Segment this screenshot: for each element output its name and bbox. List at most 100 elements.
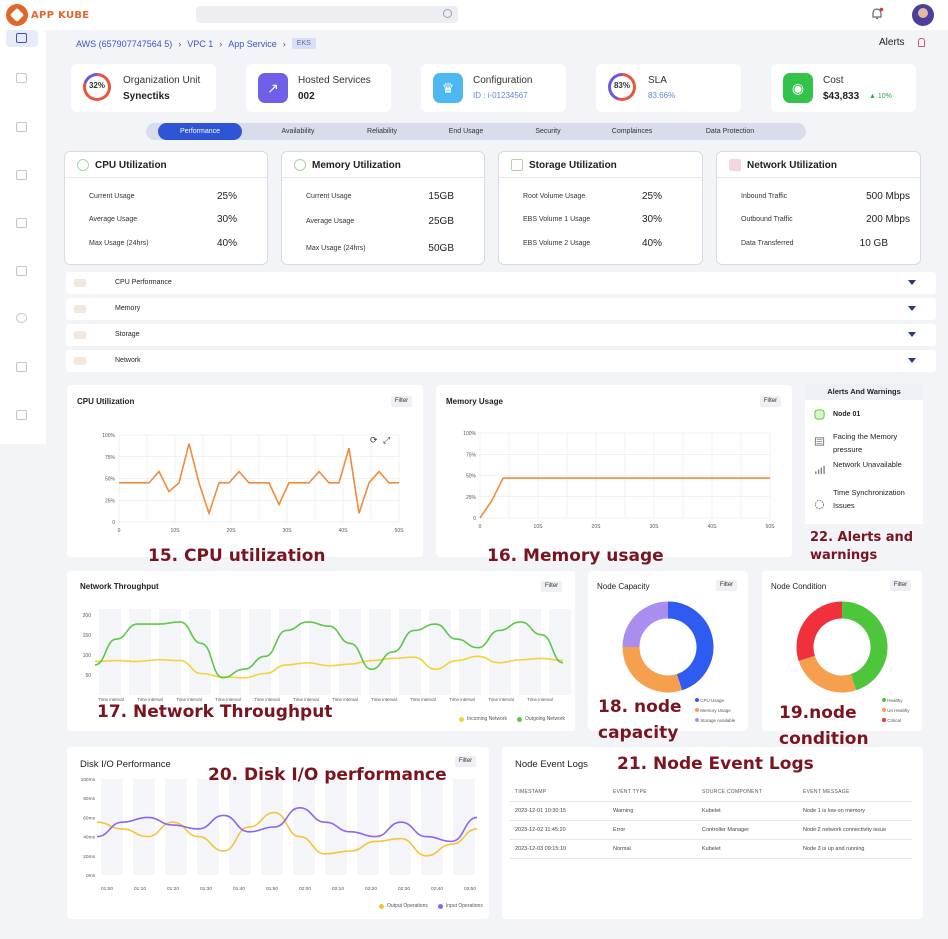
cell-event-type: Normal [613,846,631,852]
search-icon [443,9,452,18]
donut-slice [796,601,843,662]
app-logo[interactable]: APP KUBE [6,4,89,26]
y-tick-label: 100 [83,653,92,659]
tab-performance[interactable]: Performance [158,123,242,140]
chevron-down-icon[interactable] [908,332,916,337]
kpi-value: $43,833 [823,91,860,102]
event-log-table: TIMESTAMP EVENT TYPE SOURCE COMPONENT EV… [510,783,912,859]
chevron-down-icon[interactable] [908,306,916,311]
bar-background [293,779,315,875]
org-ring-value: 32% [88,81,105,90]
column-header[interactable]: EVENT MESSAGE [803,789,912,795]
breadcrumb-service[interactable]: App Service [228,39,277,49]
accordion-network[interactable]: Network [66,350,936,372]
x-tick-label: 01:40 [233,886,245,892]
panel-title: Alerts And Warnings [805,384,923,400]
alert-item[interactable]: Facing the Memory pressure [833,430,917,456]
chevron-down-icon[interactable] [908,358,916,363]
x-tick-label: Time interval [332,697,358,702]
bar-background [129,609,151,695]
kpi-organization-unit[interactable]: 32% Organization Unit Synectiks [71,64,216,112]
condition-legend: Healthy Un Healthy Critical [882,696,910,726]
search-input[interactable] [196,6,458,23]
kpi-hosted-services[interactable]: ↗ Hosted Services 002 [246,64,391,112]
top-bar [0,0,948,30]
alerts-link[interactable]: Alerts [879,37,905,48]
sidebar-item-grid5-icon[interactable] [16,362,27,372]
sidebar-item-grid2-icon[interactable] [16,170,27,180]
accordion-memory[interactable]: Memory [66,298,936,320]
alert-item[interactable]: Network Unavailable [833,458,917,471]
x-tick-label: 10S [171,528,181,534]
column-header[interactable]: EVENT TYPE [613,789,702,795]
column-header[interactable]: TIMESTAMP [510,789,613,795]
breadcrumb-vpc[interactable]: VPC 1 [187,39,213,49]
table-row[interactable]: 2023-12-03 09:15:10 Normal Kubelet Node … [510,840,912,859]
metric-label: Data Transferred [741,240,794,247]
cell-timestamp: 2023-12-03 09:15:10 [515,846,567,852]
sidebar-item-grid3-icon[interactable] [16,218,27,228]
sidebar-item-services-icon[interactable] [16,73,27,83]
cell-timestamp: 2023-12-01 10:30:15 [515,808,567,814]
metric-label: Max Usage (24hrs) [89,240,149,247]
cell-source: Kubelet [702,808,721,814]
x-tick-label: 01:30 [200,886,212,892]
column-header[interactable]: SOURCE COMPONENT [702,789,803,795]
breadcrumb-account[interactable]: AWS (657907747564 5) [76,39,172,49]
bar-background [429,609,451,695]
bar-background [389,779,411,875]
donut-slice [667,601,714,691]
kpi-cost[interactable]: ◉ Cost $43,833 ▲ 10% [771,64,916,112]
aws-icon [74,357,86,365]
x-tick-label: 30S [650,524,660,530]
notification-bell-icon[interactable] [870,7,884,21]
home-icon [16,33,27,43]
cpu-utilization-panel: CPU Utilization Filter 0 25% 50% 75% 100% 0 10… [67,385,423,557]
accordion-storage[interactable]: Storage [66,324,936,346]
breadcrumb-tag[interactable]: EKS [291,38,316,49]
accordion-cpu-performance[interactable]: CPU Performance [66,272,936,294]
legend-item: Incoming Network [459,716,507,722]
y-tick-label: 0 [473,516,476,522]
cpu-icon [77,159,89,171]
cell-message: Node 1 is low on memory [803,808,866,814]
tab-complainces[interactable]: Complainces [590,123,674,140]
sidebar-item-grid1-icon[interactable] [16,122,27,132]
x-tick-label: 20S [227,528,237,534]
expand-icon[interactable]: ⤢ [383,435,390,446]
kpi-label: Organization Unit [123,75,201,86]
tab-reliability[interactable]: Reliability [340,123,424,140]
alerts-bell-icon[interactable] [918,38,925,47]
donut-slice [622,646,683,693]
table-row[interactable]: 2023-12-02 11:45:20 Error Controller Man… [510,821,912,840]
sidebar-item-grid6-icon[interactable] [16,410,27,420]
kpi-configuration[interactable]: ♛ Configuration ID : i-01234567 [421,64,566,112]
refresh-icon[interactable]: ⟳ [370,435,378,446]
user-avatar[interactable] [912,4,934,26]
bar-background [489,609,511,695]
chevron-down-icon[interactable] [908,280,916,285]
tab-data-protection[interactable]: Data Protection [688,123,772,140]
alert-item[interactable]: Time Synchronization Issues [833,486,917,512]
sidebar-item-grid4-icon[interactable] [16,266,27,276]
y-tick-label: 40ms [83,835,95,841]
cost-delta-badge: ▲ 10% [869,93,892,100]
settings-gear-icon[interactable] [16,313,27,323]
tab-availability[interactable]: Availability [256,123,340,140]
network-utilization-card: Network Utilization Inbound Traffic 500 M… [716,151,921,265]
metric-label: Current Usage [306,193,352,200]
tab-end-usage[interactable]: End Usage [424,123,508,140]
cell-timestamp: 2023-12-02 11:45:20 [515,827,566,833]
kpi-value: 002 [298,91,315,102]
kpi-sla[interactable]: 83% SLA 83.66% [596,64,741,112]
legend-item: Critical [882,716,910,726]
accordion-label: Storage [115,331,140,338]
sidebar-item-home[interactable] [6,30,38,47]
network-icon [729,159,741,171]
y-tick-label: 75% [466,452,477,458]
bar-background [399,609,421,695]
accordion-label: Network [115,357,141,364]
bar-background [369,609,391,695]
tab-security[interactable]: Security [506,123,590,140]
table-row[interactable]: 2023-12-01 10:30:15 Warning Kubelet Node… [510,802,912,821]
